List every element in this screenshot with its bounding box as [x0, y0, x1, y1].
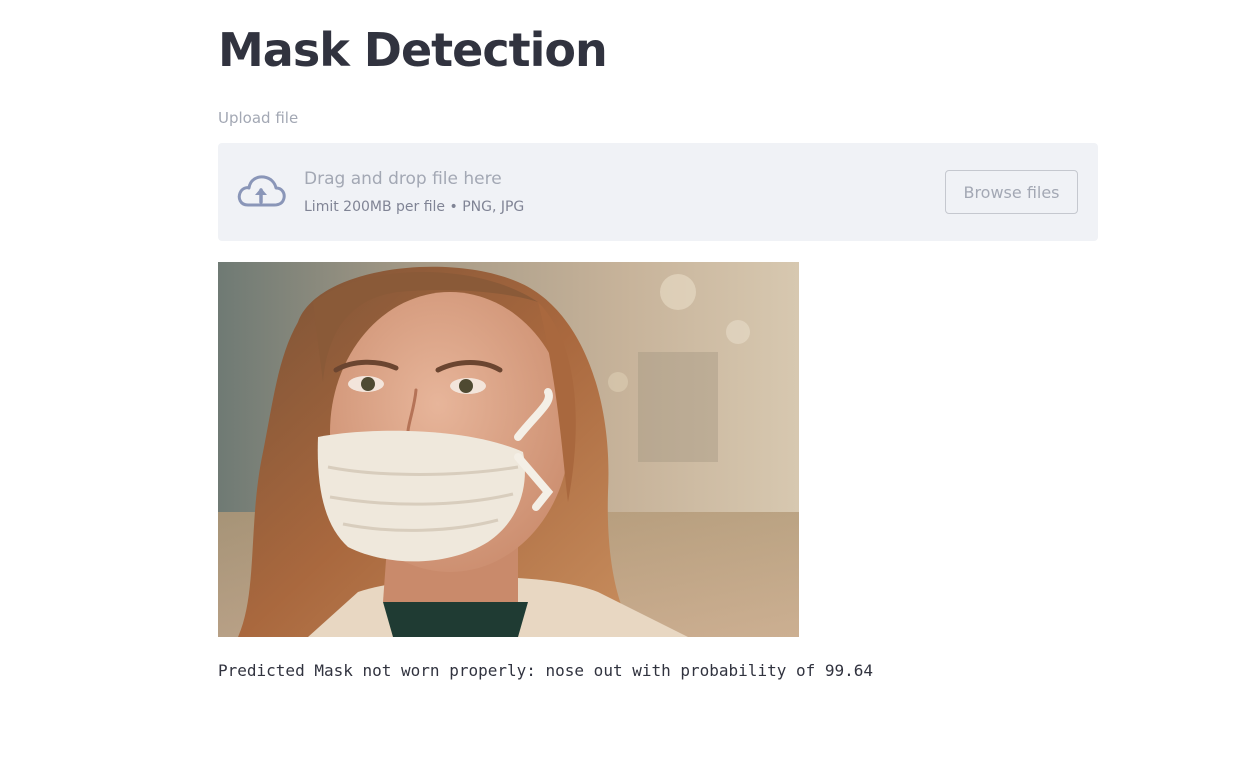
- dropzone-instructions: Drag and drop file here Limit 200MB per …: [304, 167, 524, 217]
- page-title: Mask Detection: [218, 23, 608, 77]
- upload-label: Upload file: [218, 109, 299, 127]
- dropzone-primary-text: Drag and drop file here: [304, 169, 502, 189]
- uploaded-image: [218, 262, 799, 637]
- dropzone-limit-text: Limit 200MB per file • PNG, JPG: [304, 199, 525, 215]
- prediction-result: Predicted Mask not worn properly: nose o…: [218, 661, 874, 680]
- file-dropzone[interactable]: Drag and drop file here Limit 200MB per …: [218, 143, 1098, 241]
- cloud-upload-icon: [236, 173, 286, 209]
- browse-files-button[interactable]: Browse files: [945, 170, 1078, 214]
